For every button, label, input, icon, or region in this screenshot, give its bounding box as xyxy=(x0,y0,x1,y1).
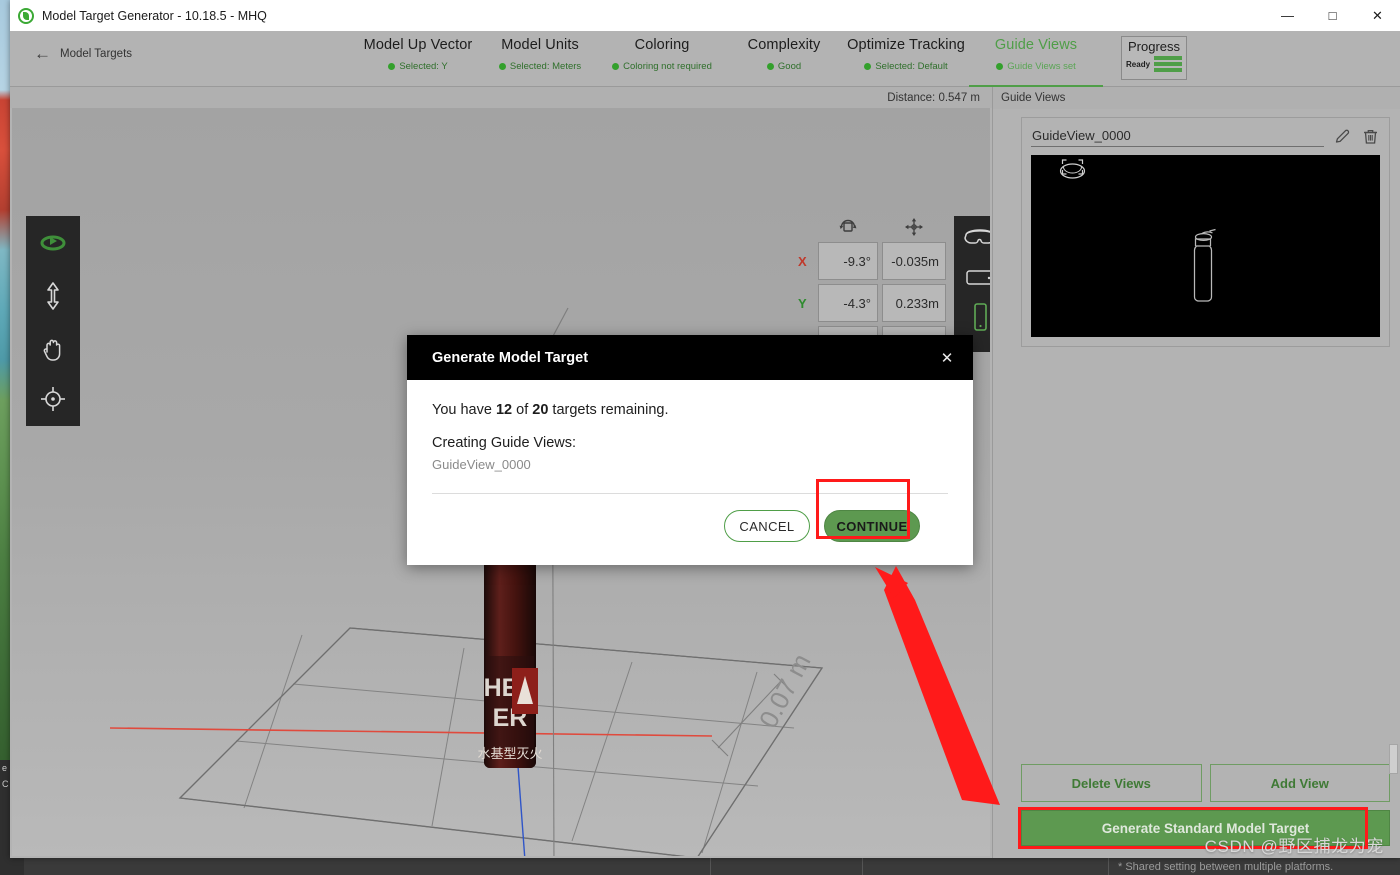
tab-status: Selected: Meters xyxy=(479,61,601,72)
tab-status: Coloring not required xyxy=(601,61,723,72)
progress-state: Ready xyxy=(1126,59,1151,69)
tab-title: Complexity xyxy=(747,37,821,53)
status-dot xyxy=(864,63,872,70)
back-arrow-icon: ← xyxy=(34,44,51,63)
total-count: 20 xyxy=(532,402,549,418)
status-dot xyxy=(498,63,506,70)
rotation-y-field[interactable]: -4.3° xyxy=(818,284,878,322)
viewport-tool-group-navigation xyxy=(26,216,80,376)
progress-indicator[interactable]: Progress Ready xyxy=(1121,36,1188,80)
transform-grid-corner xyxy=(798,216,814,238)
guide-views-panel: Guide Views GuideView_0000 Delete Views … xyxy=(992,87,1400,858)
guide-view-thumbnail[interactable] xyxy=(1031,155,1380,337)
panel-scrollbar[interactable] xyxy=(1389,744,1398,774)
viewport-tool-group-focus xyxy=(26,372,80,426)
add-view-button[interactable]: Add View xyxy=(1209,764,1390,802)
tab-optimize-tracking[interactable]: Optimize Tracking Selected: Default xyxy=(845,31,967,87)
dialog-actions: CANCEL CONTINUE xyxy=(432,479,948,542)
continue-button[interactable]: CONTINUE xyxy=(824,510,920,542)
background-shared-setting-note: * Shared setting between multiple platfo… xyxy=(1118,861,1334,873)
headset-device-icon[interactable] xyxy=(963,224,990,250)
message-suffix: targets remaining. xyxy=(548,402,669,418)
tab-status: Selected: Y xyxy=(357,61,479,72)
axis-label-x: X xyxy=(798,253,807,269)
device-selector xyxy=(954,216,990,352)
minimize-button[interactable]: — xyxy=(1265,0,1310,31)
guide-view-name-input[interactable] xyxy=(1031,126,1324,147)
close-button[interactable]: ✕ xyxy=(1355,0,1400,31)
move-icon xyxy=(882,216,946,238)
dialog-title: Generate Model Target xyxy=(432,349,589,366)
tab-complexity[interactable]: Complexity Good xyxy=(723,31,845,87)
rotate-icon xyxy=(818,216,878,238)
cancel-button[interactable]: CANCEL xyxy=(724,510,810,542)
distance-readout: Distance: 0.547 m xyxy=(10,87,992,108)
tab-status-text: Selected: Y xyxy=(399,61,448,72)
status-dot xyxy=(612,63,620,70)
guide-view-card[interactable] xyxy=(1021,117,1390,347)
status-dot xyxy=(766,63,774,70)
translation-y-field[interactable]: 0.233m xyxy=(882,284,946,322)
svg-text:水基型灭火: 水基型灭火 xyxy=(477,747,542,762)
tab-status: Good xyxy=(723,61,845,72)
progress-title: Progress xyxy=(1128,39,1181,54)
pan-tool-icon[interactable] xyxy=(33,329,73,369)
targets-remaining-message: You have 12 of 20 targets remaining. xyxy=(432,402,948,418)
tab-status-text: Selected: Default xyxy=(875,61,948,72)
guide-view-actions: Delete Views Add View xyxy=(993,764,1400,802)
creating-guide-views-label: Creating Guide Views: xyxy=(432,435,577,451)
phone-device-icon[interactable] xyxy=(963,303,990,331)
tab-status: Selected: Default xyxy=(845,61,967,72)
workflow-tabs: Model Up Vector Selected: Y Model Units … xyxy=(357,31,1105,87)
distance-value: 0.547 m xyxy=(938,91,980,104)
translation-x-field[interactable]: -0.035m xyxy=(882,242,946,280)
maximize-button[interactable]: □ xyxy=(1310,0,1355,31)
creating-guide-view-name: GuideView_0000 xyxy=(432,457,531,472)
tab-status-text: Coloring not required xyxy=(623,61,712,72)
status-dot xyxy=(996,63,1004,70)
tab-title: Coloring xyxy=(634,37,690,53)
tab-status: Guide Views set xyxy=(967,61,1105,72)
back-to-model-targets-link[interactable]: ← Model Targets xyxy=(34,45,132,62)
guide-views-header: Guide Views xyxy=(993,87,1400,109)
orbit-tool-icon[interactable] xyxy=(33,223,73,263)
pencil-icon[interactable] xyxy=(1332,127,1352,147)
watermark: CSDN @野区捕龙为宠 xyxy=(1204,837,1384,856)
trash-icon[interactable] xyxy=(1360,127,1380,147)
delete-views-button[interactable]: Delete Views xyxy=(1021,764,1202,802)
generate-model-target-dialog: Generate Model Target ✕ You have 12 of 2… xyxy=(407,335,973,565)
tab-title: Guide Views xyxy=(994,37,1078,53)
dialog-body: You have 12 of 20 targets remaining. Cre… xyxy=(407,380,973,542)
window-controls: — □ ✕ xyxy=(1265,0,1400,31)
distance-label: Distance: xyxy=(887,91,936,104)
message-mid: of xyxy=(512,402,533,418)
status-dot xyxy=(388,63,396,70)
workflow-toolbar: ← Model Targets Model Up Vector Selected… xyxy=(10,31,1400,87)
guide-views-list xyxy=(993,109,1400,764)
tablet-device-icon[interactable] xyxy=(963,264,990,290)
axis-label-y: Y xyxy=(798,295,807,311)
recenter-tool-icon[interactable] xyxy=(33,379,73,419)
dialog-close-icon[interactable]: ✕ xyxy=(937,348,957,368)
tab-status-text: Guide Views set xyxy=(1007,61,1076,72)
progress-bars-icon xyxy=(1154,56,1183,72)
remaining-count: 12 xyxy=(495,402,513,418)
tab-status-text: Selected: Meters xyxy=(509,61,582,72)
tab-title: Model Up Vector xyxy=(363,37,473,53)
window-title: Model Target Generator - 10.18.5 - MHQ xyxy=(42,8,267,23)
back-link-label: Model Targets xyxy=(60,47,133,60)
message-prefix: You have xyxy=(432,402,496,418)
zoom-tool-icon[interactable] xyxy=(33,276,73,316)
tab-coloring[interactable]: Coloring Coloring not required xyxy=(601,31,723,87)
tab-model-up-vector[interactable]: Model Up Vector Selected: Y xyxy=(357,31,479,87)
tab-guide-views[interactable]: Guide Views Guide Views set xyxy=(967,31,1105,87)
rotation-x-field[interactable]: -9.3° xyxy=(818,242,878,280)
tab-model-units[interactable]: Model Units Selected: Meters xyxy=(479,31,601,87)
title-bar: Model Target Generator - 10.18.5 - MHQ —… xyxy=(10,0,1400,31)
dialog-header: Generate Model Target ✕ xyxy=(407,335,973,380)
tab-status-text: Good xyxy=(777,61,802,72)
tab-title: Model Units xyxy=(501,37,579,53)
vuforia-icon xyxy=(18,7,34,24)
tab-title: Optimize Tracking xyxy=(847,37,965,53)
